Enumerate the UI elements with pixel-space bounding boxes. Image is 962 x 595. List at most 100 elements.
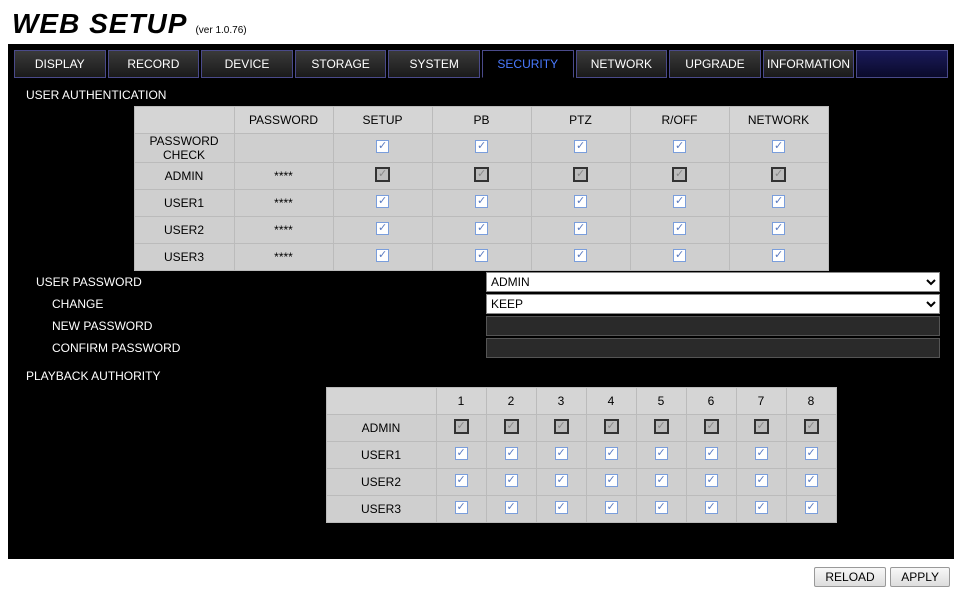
user-password-label: USER PASSWORD <box>22 275 482 289</box>
pb-col-6: 6 <box>686 388 736 415</box>
auth-checkbox[interactable] <box>376 249 389 262</box>
pb-checkbox[interactable] <box>605 447 618 460</box>
auth-checkbox[interactable] <box>772 249 785 262</box>
auth-row-label: PASSWORDCHECK <box>134 134 234 163</box>
tab-security[interactable]: SECURITY <box>482 50 574 78</box>
pb-checkbox[interactable] <box>805 447 818 460</box>
confirm-password-label: CONFIRM PASSWORD <box>22 341 482 355</box>
auth-checkbox[interactable] <box>673 140 686 153</box>
pb-checkbox[interactable] <box>805 474 818 487</box>
auth-row-label: ADMIN <box>134 163 234 190</box>
auth-checkbox <box>672 167 687 182</box>
tab-network[interactable]: NETWORK <box>576 50 668 78</box>
pb-row-label: ADMIN <box>326 415 436 442</box>
auth-col-password: PASSWORD <box>234 107 333 134</box>
user-auth-table: PASSWORDSETUPPBPTZR/OFFNETWORKPASSWORDCH… <box>134 106 829 271</box>
auth-col-ptz: PTZ <box>531 107 630 134</box>
auth-password-cell: **** <box>234 190 333 217</box>
pb-checkbox[interactable] <box>755 501 768 514</box>
pb-row-label: USER2 <box>326 469 436 496</box>
auth-row-label: USER3 <box>134 244 234 271</box>
reload-button[interactable]: RELOAD <box>814 567 885 587</box>
pb-checkbox <box>654 419 669 434</box>
pb-checkbox[interactable] <box>755 447 768 460</box>
auth-checkbox <box>771 167 786 182</box>
pb-col-3: 3 <box>536 388 586 415</box>
auth-checkbox[interactable] <box>376 195 389 208</box>
auth-checkbox[interactable] <box>376 222 389 235</box>
auth-col-network: NETWORK <box>729 107 828 134</box>
page-title: WEB SETUP <box>12 8 187 40</box>
pb-checkbox <box>804 419 819 434</box>
auth-checkbox[interactable] <box>772 195 785 208</box>
tab-device[interactable]: DEVICE <box>201 50 293 78</box>
pb-checkbox[interactable] <box>705 447 718 460</box>
tab-bar: DISPLAYRECORDDEVICESTORAGESYSTEMSECURITY… <box>14 50 948 78</box>
auth-checkbox[interactable] <box>376 140 389 153</box>
pb-checkbox[interactable] <box>505 501 518 514</box>
pb-checkbox <box>454 419 469 434</box>
pb-checkbox[interactable] <box>655 501 668 514</box>
pb-checkbox[interactable] <box>455 501 468 514</box>
pb-checkbox[interactable] <box>505 474 518 487</box>
auth-row-label: USER1 <box>134 190 234 217</box>
version-label: (ver 1.0.76) <box>195 25 246 36</box>
pb-checkbox[interactable] <box>705 501 718 514</box>
pb-checkbox[interactable] <box>655 474 668 487</box>
confirm-password-input[interactable] <box>486 338 940 358</box>
auth-checkbox[interactable] <box>673 249 686 262</box>
auth-password-cell: **** <box>234 217 333 244</box>
auth-password-cell: **** <box>234 163 333 190</box>
pb-checkbox[interactable] <box>605 501 618 514</box>
pb-checkbox[interactable] <box>605 474 618 487</box>
pb-checkbox[interactable] <box>455 474 468 487</box>
pb-checkbox[interactable] <box>755 474 768 487</box>
auth-checkbox <box>375 167 390 182</box>
tab-upgrade[interactable]: UPGRADE <box>669 50 761 78</box>
pb-checkbox[interactable] <box>505 447 518 460</box>
apply-button[interactable]: APPLY <box>890 567 950 587</box>
tab-filler <box>856 50 948 78</box>
change-select[interactable]: KEEP <box>486 294 940 314</box>
pb-col-5: 5 <box>636 388 686 415</box>
pb-checkbox <box>704 419 719 434</box>
pb-checkbox[interactable] <box>805 501 818 514</box>
change-label: CHANGE <box>22 297 482 311</box>
pb-col-1: 1 <box>436 388 486 415</box>
auth-checkbox[interactable] <box>574 140 587 153</box>
auth-checkbox[interactable] <box>574 222 587 235</box>
user-password-select[interactable]: ADMIN <box>486 272 940 292</box>
pb-checkbox[interactable] <box>555 501 568 514</box>
auth-checkbox[interactable] <box>475 195 488 208</box>
pb-checkbox[interactable] <box>655 447 668 460</box>
auth-checkbox[interactable] <box>673 222 686 235</box>
auth-checkbox[interactable] <box>574 195 587 208</box>
pb-checkbox <box>554 419 569 434</box>
pb-checkbox[interactable] <box>555 447 568 460</box>
auth-checkbox[interactable] <box>772 140 785 153</box>
pb-checkbox <box>754 419 769 434</box>
new-password-input[interactable] <box>486 316 940 336</box>
tab-record[interactable]: RECORD <box>108 50 200 78</box>
auth-checkbox[interactable] <box>772 222 785 235</box>
pb-checkbox[interactable] <box>705 474 718 487</box>
new-password-label: NEW PASSWORD <box>22 319 482 333</box>
auth-checkbox[interactable] <box>475 249 488 262</box>
auth-checkbox[interactable] <box>475 140 488 153</box>
auth-password-cell: **** <box>234 244 333 271</box>
pb-checkbox[interactable] <box>455 447 468 460</box>
auth-checkbox[interactable] <box>475 222 488 235</box>
auth-checkbox[interactable] <box>673 195 686 208</box>
pb-checkbox <box>604 419 619 434</box>
tab-storage[interactable]: STORAGE <box>295 50 387 78</box>
pb-checkbox[interactable] <box>555 474 568 487</box>
auth-col-setup: SETUP <box>333 107 432 134</box>
auth-checkbox <box>573 167 588 182</box>
tab-system[interactable]: SYSTEM <box>388 50 480 78</box>
auth-col-pb: PB <box>432 107 531 134</box>
tab-display[interactable]: DISPLAY <box>14 50 106 78</box>
pb-col-4: 4 <box>586 388 636 415</box>
pb-row-label: USER1 <box>326 442 436 469</box>
tab-information[interactable]: INFORMATION <box>763 50 855 78</box>
auth-checkbox[interactable] <box>574 249 587 262</box>
